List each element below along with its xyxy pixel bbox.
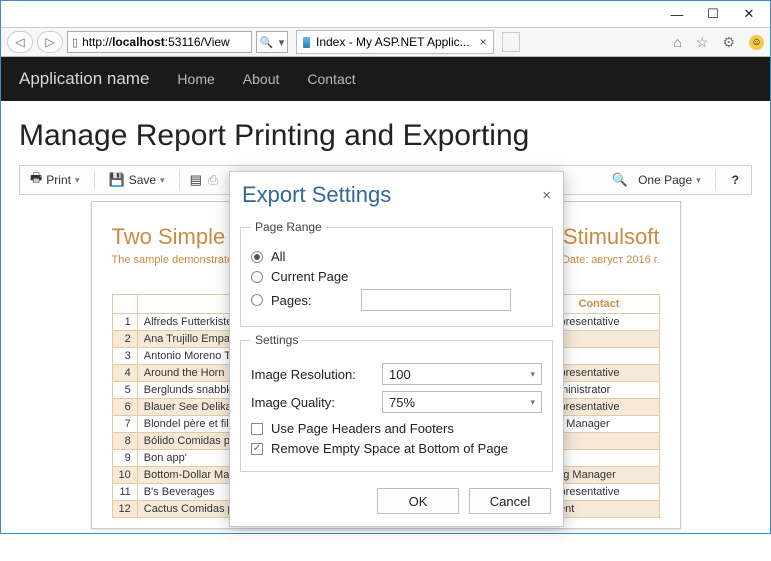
checkbox-remove-empty-label: Remove Empty Space at Bottom of Page [271,441,508,456]
cancel-button[interactable]: Cancel [469,488,551,514]
image-quality-label: Image Quality: [251,395,335,410]
settings-legend: Settings [251,333,302,347]
image-quality-select[interactable]: 75% ▾ [382,391,542,413]
dialog-title: Export Settings [242,182,391,208]
image-resolution-select[interactable]: 100 ▾ [382,363,542,385]
dialog-close-button[interactable]: × [542,187,551,204]
modal-overlay: Export Settings × Page Range All Current… [1,1,770,533]
radio-pages[interactable] [251,294,263,306]
settings-fieldset: Settings Image Resolution: 100 ▾ Image Q… [240,333,553,472]
chevron-down-icon: ▾ [530,369,535,380]
radio-all-label: All [271,249,285,264]
radio-current-label: Current Page [271,269,348,284]
chevron-down-icon: ▾ [530,397,535,408]
ok-button[interactable]: OK [377,488,459,514]
page-range-legend: Page Range [251,220,326,234]
export-settings-dialog: Export Settings × Page Range All Current… [229,171,564,527]
pages-input[interactable] [361,289,511,311]
radio-current[interactable] [251,271,263,283]
page-range-fieldset: Page Range All Current Page Pages: [240,220,553,327]
radio-all[interactable] [251,251,263,263]
checkbox-remove-empty[interactable]: ✓ [251,443,263,455]
checkbox-use-headers[interactable] [251,423,263,435]
checkbox-use-headers-label: Use Page Headers and Footers [271,421,454,436]
radio-pages-label: Pages: [271,293,331,308]
image-resolution-label: Image Resolution: [251,367,356,382]
